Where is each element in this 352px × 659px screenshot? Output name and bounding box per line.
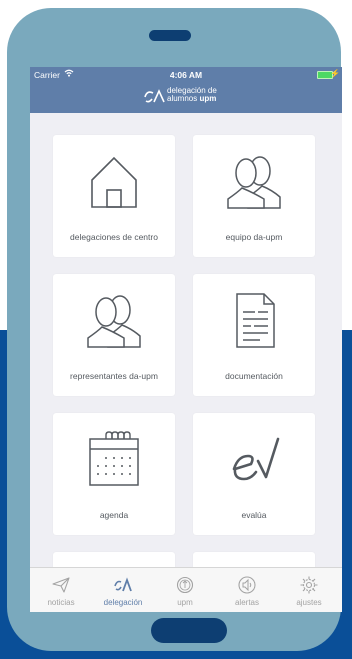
tab-label: delegación [103,598,143,607]
da-logo-icon [114,577,132,592]
brand-line-2b: upm [199,94,217,103]
tile-evalua[interactable]: evalúa [193,413,315,535]
tile-more-left[interactable] [53,552,175,567]
tile-agenda[interactable]: agenda [53,413,175,535]
tab-ajustes[interactable]: ajustes [278,568,340,612]
tab-label: alertas [234,598,259,607]
people-icon [227,156,281,209]
tab-label: upm [177,598,193,607]
tile-label: delegaciones de centro [70,232,158,242]
tile-documentacion[interactable]: documentación [193,274,315,396]
tab-noticias[interactable]: noticias [30,568,92,612]
charging-icon: ⚡ [330,69,340,78]
tile-delegaciones-de-centro[interactable]: delegaciones de centro [53,135,175,257]
app-screen: Carrier 4:06 AM ⚡ delegación de alumnos … [30,67,342,612]
tab-label: noticias [47,598,75,607]
evalua-icon [232,437,280,481]
tile-label: evalúa [241,510,267,520]
paper-plane-icon [52,577,70,593]
phone-speaker [149,30,191,41]
tile-label: equipo da-upm [225,232,283,242]
tab-label: ajustes [296,598,322,607]
upm-seal-icon [176,576,194,594]
brand-line-2: alumnos upm [167,95,217,103]
speaker-icon [238,576,256,594]
tile-equipo-da-upm[interactable]: equipo da-upm [193,135,315,257]
nav-header: Carrier 4:06 AM ⚡ delegación de alumnos … [30,67,342,113]
document-icon [236,293,275,348]
phone-home-button[interactable] [151,618,227,643]
house-icon [91,156,137,208]
tile-more-right[interactable] [193,552,315,567]
tile-representantes-da-upm[interactable]: representantes da-upm [53,274,175,396]
tile-label: documentación [225,371,283,381]
brand-text: delegación de alumnos upm [167,87,217,103]
brand-logo: delegación de alumnos upm [142,84,252,108]
menu-grid: delegaciones de centro equipo da-upm rep… [30,113,342,567]
status-bar: Carrier 4:06 AM ⚡ [30,67,342,83]
tab-upm[interactable]: upm [154,568,216,612]
gear-icon [300,576,318,594]
brand-line-2a: alumnos [167,94,198,103]
people-icon [87,295,141,348]
tab-bar: noticias delegación upm alertas ajustes [30,567,342,612]
tile-label: agenda [99,510,129,520]
tab-alertas[interactable]: alertas [216,568,278,612]
da-logo-icon [144,89,165,103]
calendar-icon [89,431,139,486]
tab-delegacion[interactable]: delegación [92,568,154,612]
tile-label: representantes da-upm [70,371,158,381]
status-time: 4:06 AM [169,70,203,80]
